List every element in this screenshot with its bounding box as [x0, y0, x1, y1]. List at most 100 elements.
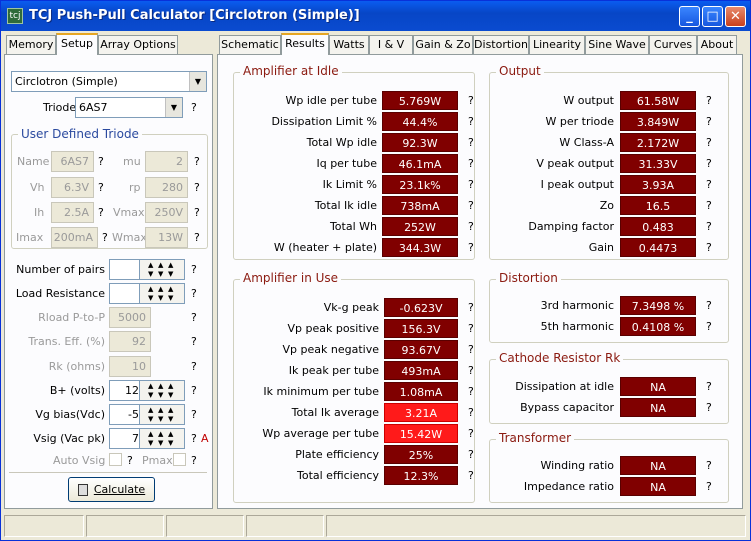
pmax-checkbox[interactable] — [173, 453, 186, 466]
help-icon[interactable]: ? — [98, 155, 104, 168]
help-icon[interactable]: ? — [468, 343, 474, 356]
help-icon[interactable]: ? — [706, 401, 712, 414]
result-label: Ik peak per tube — [288, 364, 379, 377]
help-icon[interactable]: ? — [191, 384, 197, 397]
help-icon[interactable]: ? — [468, 115, 474, 128]
ud-vh-field[interactable]: 6.3V — [51, 177, 94, 198]
result-value: 93.67V — [384, 340, 458, 359]
help-icon[interactable]: ? — [468, 241, 474, 254]
tab-about[interactable]: About — [697, 35, 737, 54]
spin-arrows-icon[interactable]: ▲ ▲ ▲ ▼ ▼ ▼ — [139, 428, 185, 449]
help-icon[interactable]: ? — [706, 480, 712, 493]
help-icon[interactable]: ? — [98, 206, 104, 219]
help-icon[interactable]: ? — [191, 311, 197, 324]
help-icon[interactable]: ? — [706, 320, 712, 333]
help-icon[interactable]: ? — [706, 94, 712, 107]
help-icon[interactable]: ? — [98, 181, 104, 194]
help-icon[interactable]: ? — [191, 408, 197, 421]
help-icon[interactable]: ? — [194, 155, 200, 168]
status-cell — [4, 515, 84, 537]
tab-curves[interactable]: Curves — [649, 35, 697, 54]
help-icon[interactable]: ? — [194, 206, 200, 219]
calculate-button[interactable]: Calculate — [68, 477, 155, 502]
minimize-button[interactable]: _ — [679, 6, 700, 27]
tab-i-and-v[interactable]: I & V — [369, 35, 413, 54]
ud-name-field[interactable]: 6AS7 — [51, 151, 94, 172]
help-icon[interactable]: ? — [468, 220, 474, 233]
tab-results[interactable]: Results — [281, 33, 329, 55]
help-icon[interactable]: ? — [706, 220, 712, 233]
result-value: NA — [620, 377, 696, 396]
result-value: 738mA — [382, 196, 458, 215]
ud-mu-field[interactable]: 2 — [145, 151, 188, 172]
help-icon[interactable]: ? — [706, 157, 712, 170]
dropdown-arrow-icon[interactable]: ▼ — [165, 98, 182, 117]
spin-arrows-icon[interactable]: ▲ ▲ ▲ ▼ ▼ ▼ — [139, 404, 185, 425]
help-icon[interactable]: ? — [706, 178, 712, 191]
ud-vmax-field[interactable]: 250V — [145, 202, 188, 223]
maximize-button[interactable]: □ — [702, 6, 723, 27]
help-icon[interactable]: ? — [468, 469, 474, 482]
tab-watts[interactable]: Watts — [329, 35, 369, 54]
trans-eff-input[interactable]: 92 — [109, 331, 151, 352]
triode-select[interactable]: 6AS7 ▼ — [75, 97, 183, 118]
tab-gain-zo[interactable]: Gain & Zo — [413, 35, 473, 54]
spin-arrows-icon[interactable]: ▲ ▲ ▲ ▼ ▼ ▼ — [139, 380, 185, 401]
help-icon[interactable]: ? — [706, 380, 712, 393]
help-icon[interactable]: ? — [468, 178, 474, 191]
tab-sine-wave[interactable]: Sine Wave — [585, 35, 649, 54]
help-icon[interactable]: ? — [191, 360, 197, 373]
help-icon[interactable]: ? — [191, 432, 197, 445]
help-icon[interactable]: ? — [127, 454, 133, 467]
help-icon[interactable]: ? — [468, 157, 474, 170]
ud-wmax-field[interactable]: 13W — [145, 227, 188, 248]
spin-arrows-icon[interactable]: ▲ ▲ ▲ ▼ ▼ ▼ — [139, 259, 185, 280]
help-icon[interactable]: ? — [468, 301, 474, 314]
result-value: 23.1k% — [382, 175, 458, 194]
help-icon[interactable]: ? — [468, 427, 474, 440]
help-icon[interactable]: ? — [706, 115, 712, 128]
help-icon[interactable]: ? — [468, 385, 474, 398]
help-icon[interactable]: ? — [191, 287, 197, 300]
help-icon[interactable]: ? — [468, 406, 474, 419]
ud-ih-field[interactable]: 2.5A — [51, 202, 94, 223]
help-icon[interactable]: ? — [102, 231, 108, 244]
help-icon[interactable]: ? — [706, 241, 712, 254]
help-icon[interactable]: ? — [468, 448, 474, 461]
tab-schematic[interactable]: Schematic — [219, 35, 281, 54]
help-icon[interactable]: ? — [706, 299, 712, 312]
close-button[interactable]: ✕ — [725, 6, 746, 27]
help-icon[interactable]: ? — [468, 94, 474, 107]
help-icon[interactable]: ? — [706, 459, 712, 472]
help-icon[interactable]: ? — [468, 364, 474, 377]
rload-input[interactable]: 5000 — [109, 307, 151, 328]
help-icon[interactable]: ? — [194, 231, 200, 244]
dropdown-arrow-icon[interactable]: ▼ — [189, 72, 206, 91]
tab-linearity[interactable]: Linearity — [529, 35, 585, 54]
spin-arrows-icon[interactable]: ▲ ▲ ▲ ▼ ▼ ▼ — [139, 283, 185, 304]
ud-rp-field[interactable]: 280 — [145, 177, 188, 198]
help-icon[interactable]: ? — [191, 101, 197, 114]
auto-vsig-checkbox[interactable] — [109, 453, 122, 466]
help-icon[interactable]: ? — [191, 335, 197, 348]
tab-distortion[interactable]: Distortion — [473, 35, 529, 54]
tab-memory[interactable]: Memory — [6, 35, 56, 54]
help-icon[interactable]: ? — [706, 199, 712, 212]
help-icon[interactable]: ? — [194, 181, 200, 194]
tab-setup[interactable]: Setup — [56, 33, 98, 55]
help-icon[interactable]: ? — [468, 199, 474, 212]
topology-select[interactable]: Circlotron (Simple) ▼ — [11, 71, 207, 92]
result-label: W output — [563, 94, 614, 107]
tab-array-options[interactable]: Array Options — [98, 35, 178, 54]
result-label: I peak output — [540, 178, 614, 191]
ud-name-label: Name — [17, 155, 50, 168]
help-icon[interactable]: ? — [468, 136, 474, 149]
rk-input[interactable]: 10 — [109, 356, 151, 377]
help-icon[interactable]: ? — [191, 454, 197, 467]
help-icon[interactable]: ? — [191, 263, 197, 276]
help-icon[interactable]: ? — [468, 322, 474, 335]
ud-imax-field[interactable]: 200mA — [51, 227, 98, 248]
help-icon[interactable]: ? — [706, 136, 712, 149]
amplifier-in-use-title: Amplifier in Use — [240, 271, 342, 285]
title-bar[interactable]: tcj TCJ Push-Pull Calculator [Circlotron… — [1, 1, 750, 31]
